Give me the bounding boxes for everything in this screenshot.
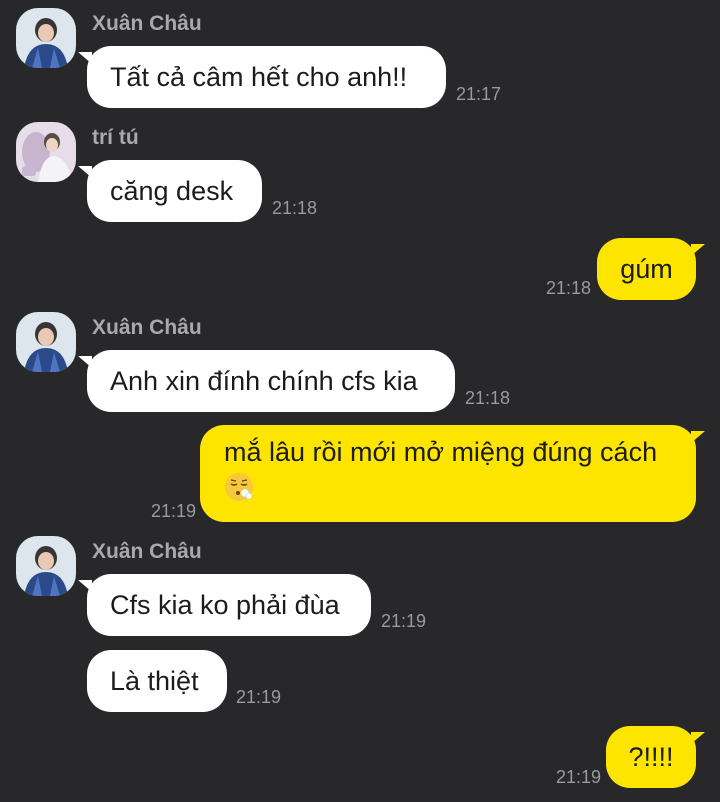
message-bubble[interactable]: căng desk bbox=[78, 160, 262, 222]
message-time: 21:19 bbox=[556, 767, 602, 787]
bubble-tail bbox=[78, 356, 92, 368]
bubble-tail bbox=[691, 431, 705, 443]
bubble-tail bbox=[691, 244, 705, 256]
face-exhaling-emoji bbox=[225, 472, 253, 501]
message-bubble[interactable]: Anh xin đính chính cfs kia bbox=[78, 350, 455, 412]
message-time: 21:18 bbox=[465, 388, 511, 408]
message-bubble[interactable]: Tất cả câm hết cho anh!! bbox=[78, 46, 446, 108]
bubble-tail bbox=[691, 732, 705, 744]
avatar-image bbox=[16, 312, 76, 372]
message-text: căng desk bbox=[110, 176, 234, 206]
bubble-tail bbox=[78, 52, 92, 64]
sender-name: Xuân Châu bbox=[92, 316, 202, 339]
message-text: Là thiệt bbox=[110, 666, 199, 696]
avatar-xuan-chau[interactable] bbox=[16, 312, 76, 372]
avatar-xuan-chau[interactable] bbox=[16, 536, 76, 596]
message-bubble[interactable]: gúm bbox=[597, 238, 705, 300]
message-bubble[interactable]: Là thiệt bbox=[87, 650, 227, 712]
sender-name: Xuân Châu bbox=[92, 540, 202, 563]
message-text: Anh xin đính chính cfs kia bbox=[110, 366, 418, 396]
avatar-image bbox=[16, 536, 76, 596]
message-time: 21:18 bbox=[546, 278, 592, 298]
avatar-tri-tu[interactable] bbox=[16, 122, 76, 182]
message-bubble[interactable]: ?!!!! bbox=[606, 726, 705, 788]
message-bubble[interactable]: mắ lâu rồi mới mở miệng đúng cách bbox=[200, 425, 705, 522]
sender-name: Xuân Châu bbox=[92, 12, 202, 35]
bubble-tail bbox=[78, 580, 92, 592]
message-time: 21:19 bbox=[236, 687, 282, 707]
avatar-image bbox=[16, 122, 76, 182]
bubble-tail bbox=[78, 166, 92, 178]
message-time: 21:18 bbox=[272, 198, 318, 218]
message-time: 21:17 bbox=[456, 84, 502, 104]
message-time: 21:19 bbox=[381, 611, 427, 631]
avatar-image bbox=[16, 8, 76, 68]
message-text: Tất cả câm hết cho anh!! bbox=[110, 62, 408, 92]
message-text: ?!!!! bbox=[628, 742, 674, 772]
message-time: 21:19 bbox=[151, 501, 197, 521]
message-text: gúm bbox=[620, 254, 673, 284]
sender-name: trí tú bbox=[92, 126, 139, 149]
chat-window: Xuân Châu Tất cả câm hết cho anh!! 21:17… bbox=[0, 0, 720, 802]
avatar-xuan-chau[interactable] bbox=[16, 8, 76, 68]
message-text: Cfs kia ko phải đùa bbox=[110, 590, 340, 620]
message-text: mắ lâu rồi mới mở miệng đúng cách bbox=[224, 437, 658, 467]
message-bubble[interactable]: Cfs kia ko phải đùa bbox=[78, 574, 371, 636]
